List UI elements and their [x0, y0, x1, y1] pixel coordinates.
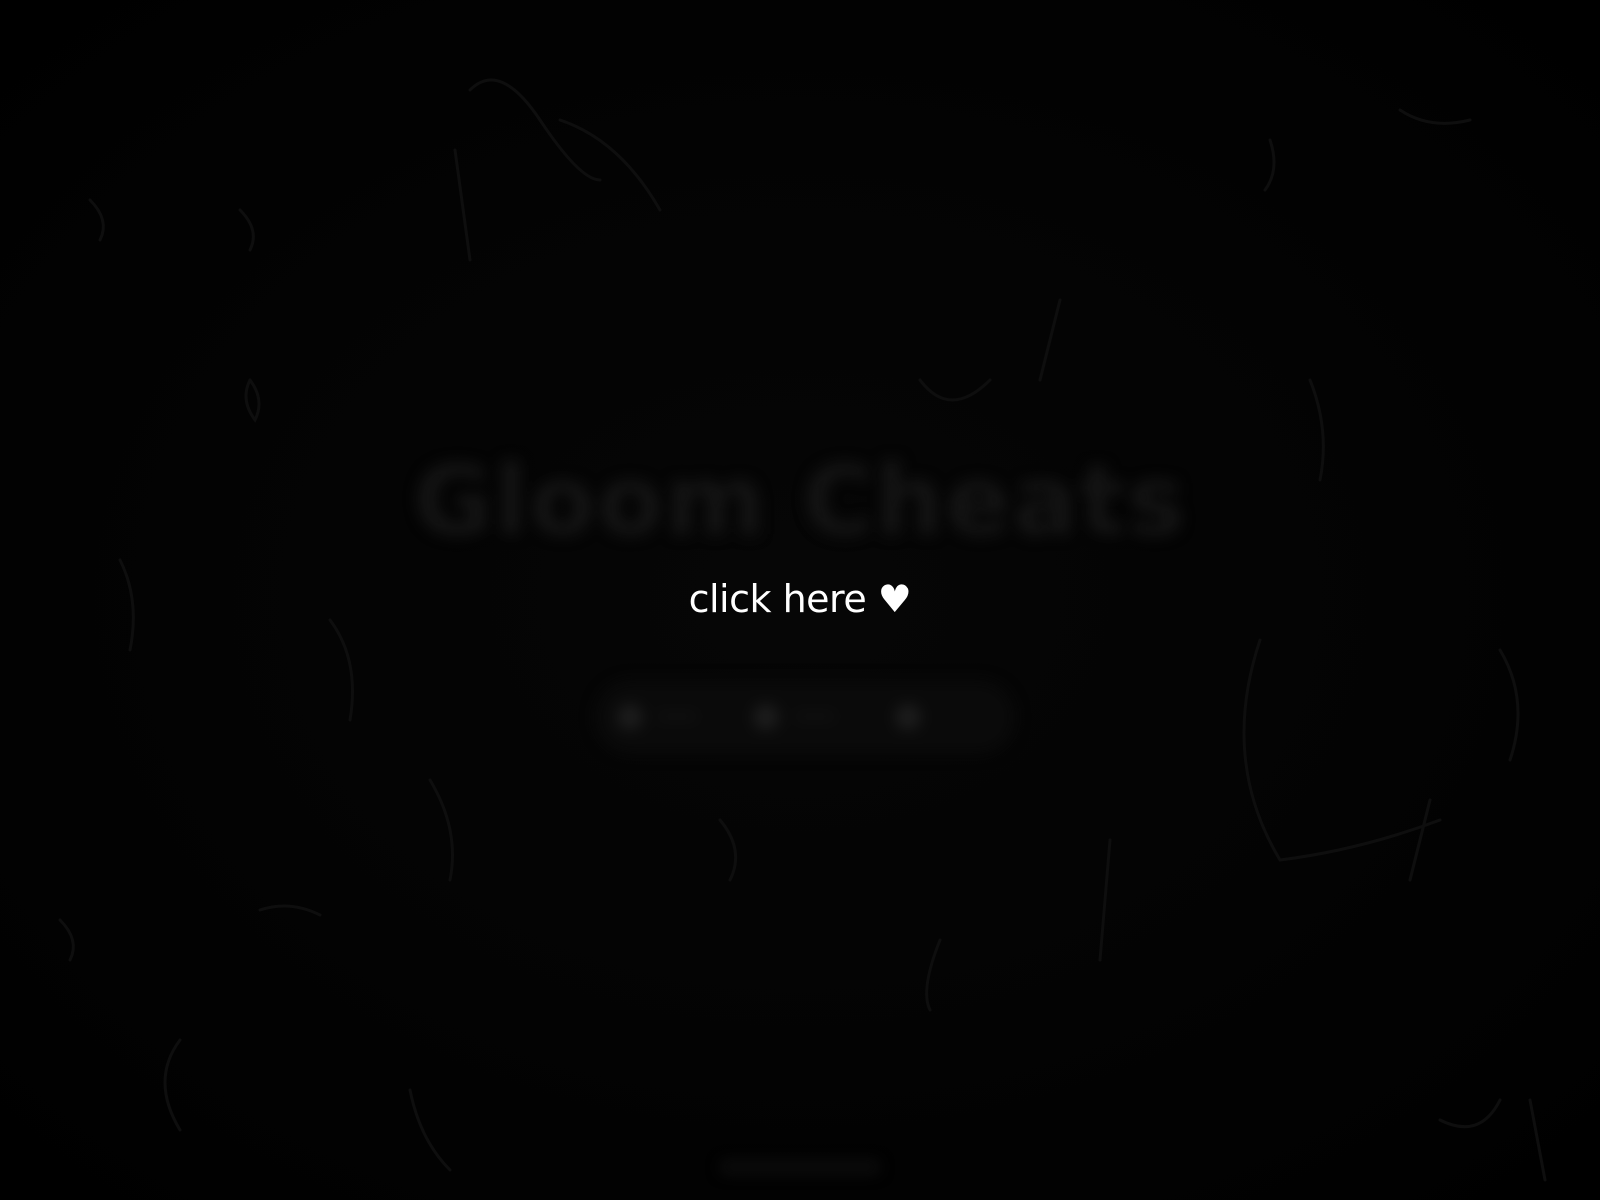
- click-here-prompt[interactable]: click here ♥: [0, 574, 1600, 624]
- click-to-enter-overlay[interactable]: click here ♥: [0, 0, 1600, 1200]
- page-stage: Gloom Cheats click here ♥: [0, 0, 1600, 1200]
